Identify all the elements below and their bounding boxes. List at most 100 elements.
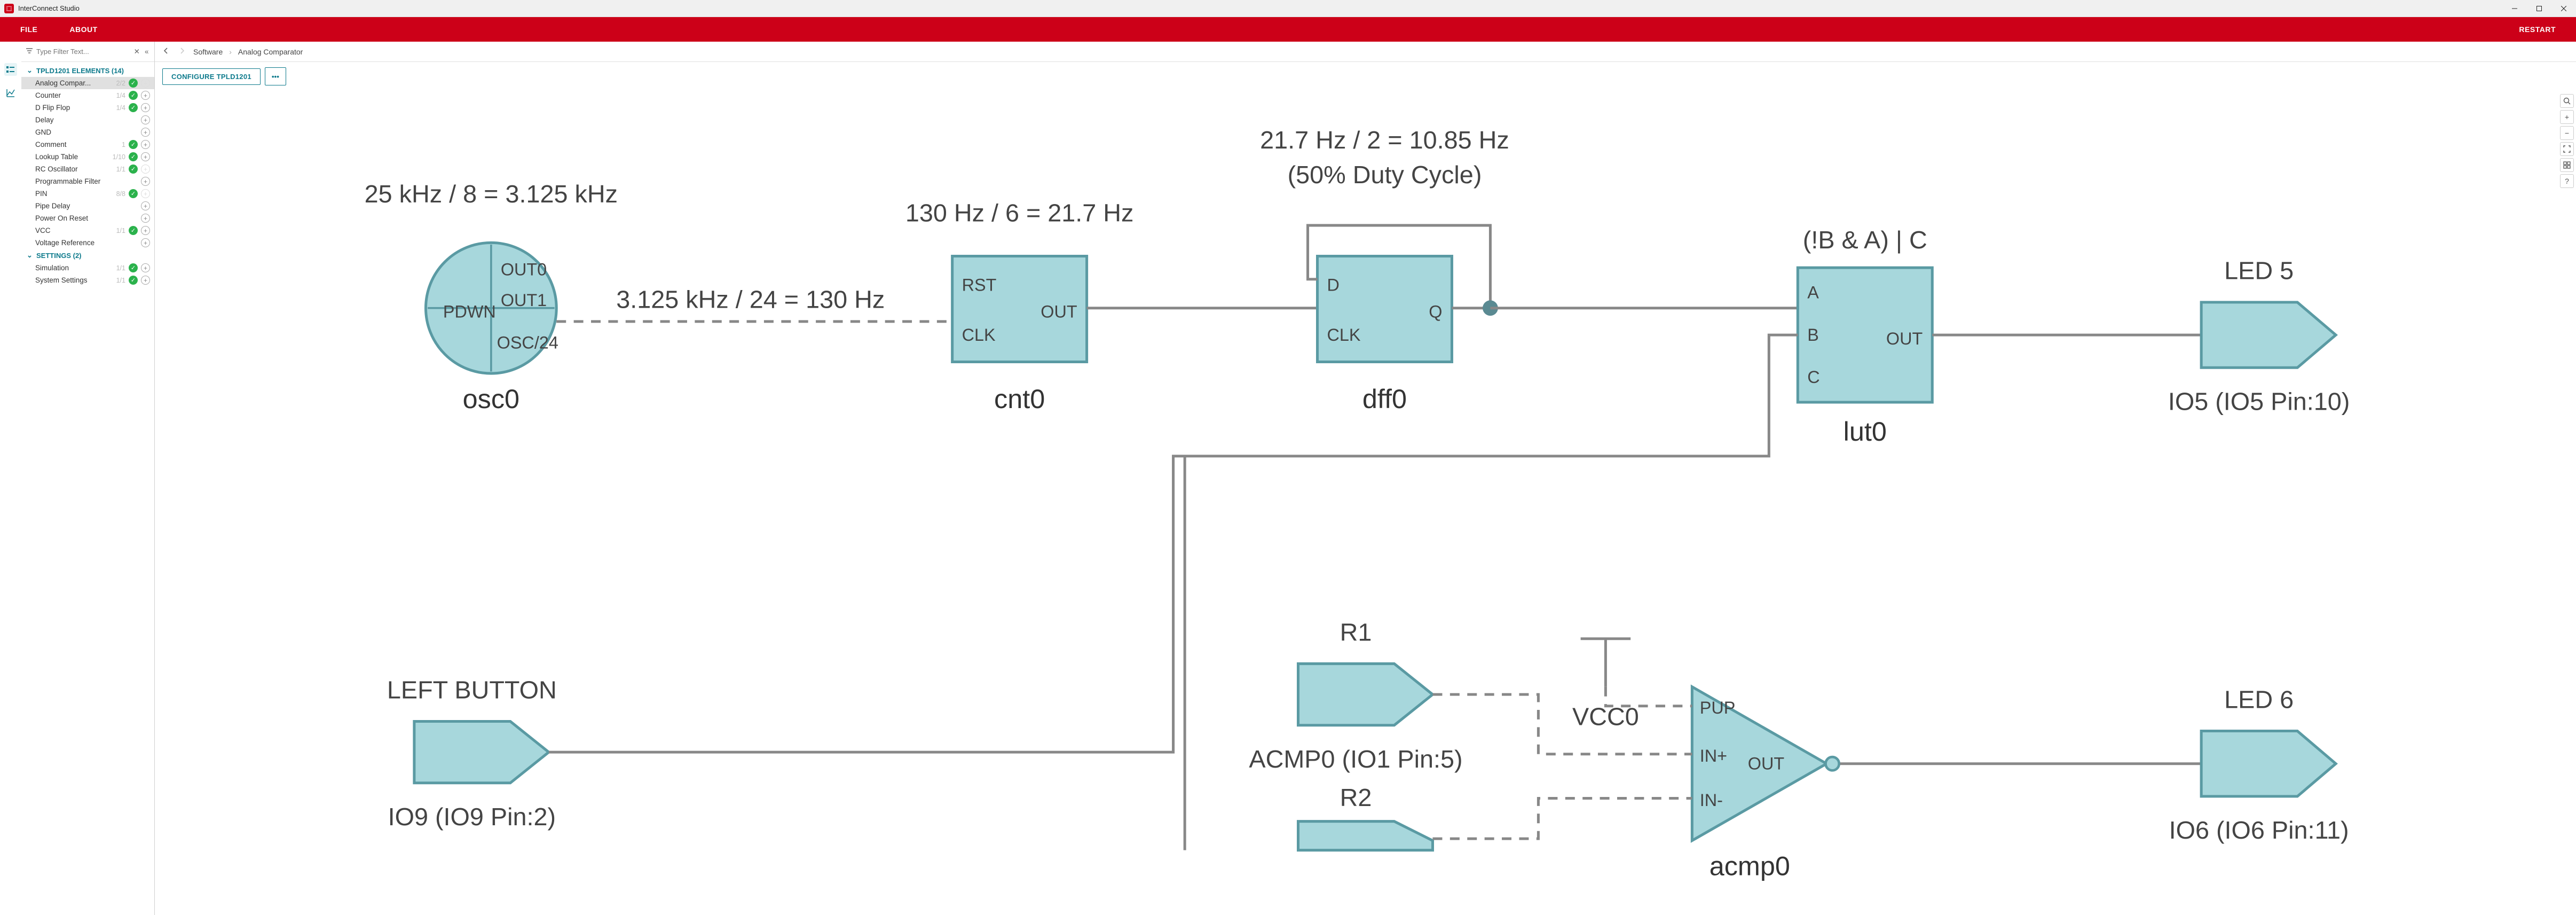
- menu-about[interactable]: ABOUT: [53, 25, 113, 34]
- tool-fit-screen-icon[interactable]: [2560, 142, 2574, 156]
- add-element-button[interactable]: +: [141, 177, 150, 186]
- svg-text:B: B: [1807, 325, 1819, 345]
- sidebar-item-settings-0[interactable]: Simulation1/1✓+: [21, 262, 154, 274]
- sidebar-item-elements-11[interactable]: Power On Reset✓+: [21, 212, 154, 224]
- svg-text:acmp0: acmp0: [1710, 850, 1790, 881]
- app-menubar: FILE ABOUT RESTART: [0, 17, 2576, 42]
- sidebar-section-settings[interactable]: ⌄SETTINGS (2): [21, 249, 154, 262]
- window-close-button[interactable]: [2551, 0, 2576, 17]
- add-element-button[interactable]: +: [141, 276, 150, 285]
- diagram-canvas[interactable]: PDWN OUT0 OUT1 OSC/24 osc0 25 kHz / 8 = …: [155, 91, 2576, 915]
- tool-layers-icon[interactable]: [2560, 158, 2574, 172]
- add-element-button[interactable]: +: [141, 214, 150, 223]
- configure-button[interactable]: CONFIGURE TPLD1201: [162, 68, 261, 85]
- menu-file[interactable]: FILE: [4, 25, 53, 34]
- sidebar-item-count: 1/4: [111, 92, 125, 99]
- menu-restart[interactable]: RESTART: [2503, 25, 2572, 34]
- sidebar-item-elements-8[interactable]: Programmable Filter✓+: [21, 175, 154, 187]
- tool-zoom-out-icon[interactable]: −: [2560, 126, 2574, 140]
- sidebar-item-count: 1: [111, 141, 125, 148]
- more-actions-button[interactable]: •••: [265, 67, 286, 85]
- sidebar-item-elements-0[interactable]: Analog Compar...2/2✓+: [21, 77, 154, 89]
- sidebar-item-label: Pipe Delay: [35, 202, 107, 210]
- clear-filter-icon[interactable]: ✕: [133, 48, 140, 56]
- tool-help-icon[interactable]: ?: [2560, 174, 2574, 188]
- sidebar-item-label: Power On Reset: [35, 214, 107, 222]
- label-osc0-wire: 3.125 kHz / 24 = 130 Hz: [616, 286, 885, 314]
- svg-text:CLK: CLK: [962, 325, 996, 345]
- window-titlebar: ⬚ InterConnect Studio: [0, 0, 2576, 17]
- sidebar-item-count: 1/1: [111, 277, 125, 284]
- sidebar-item-elements-9[interactable]: PIN8/8✓+: [21, 187, 154, 200]
- nav-back-button[interactable]: [161, 46, 171, 57]
- block-dff0[interactable]: D CLK Q dff0 21.7 Hz / 2 = 10.85 Hz (50%…: [1260, 126, 1509, 414]
- sidebar-item-count: 1/1: [111, 227, 125, 234]
- rail-graph-icon[interactable]: [4, 87, 17, 99]
- sidebar-item-elements-4[interactable]: GND✓+: [21, 126, 154, 138]
- tool-search-icon[interactable]: [2560, 94, 2574, 108]
- add-element-button[interactable]: +: [141, 91, 150, 100]
- block-lut0[interactable]: A B C OUT lut0 (!B & A) | C: [1798, 226, 1932, 447]
- block-acmp0[interactable]: PUP IN+ IN- OUT acmp0: [1692, 687, 1839, 881]
- sidebar-item-elements-13[interactable]: Voltage Reference✓+: [21, 237, 154, 249]
- add-element-button[interactable]: +: [141, 128, 150, 137]
- sidebar-item-count: 8/8: [111, 190, 125, 198]
- sidebar-item-elements-5[interactable]: Comment1✓+: [21, 138, 154, 151]
- sidebar-item-count: 1/4: [111, 104, 125, 112]
- sidebar-filter-input[interactable]: [36, 48, 130, 56]
- svg-text:IO6 (IO6 Pin:11): IO6 (IO6 Pin:11): [2169, 816, 2349, 844]
- block-cnt0[interactable]: RST CLK OUT cnt0 130 Hz / 6 = 21.7 Hz: [905, 199, 1134, 414]
- svg-text:A: A: [1807, 283, 1819, 302]
- collapse-sidebar-icon[interactable]: «: [144, 48, 151, 56]
- sidebar-item-elements-10[interactable]: Pipe Delay✓+: [21, 200, 154, 212]
- svg-text:PUP: PUP: [1700, 698, 1736, 717]
- block-vcc0[interactable]: VCC0: [1572, 639, 1639, 731]
- nav-forward-button[interactable]: [177, 46, 187, 57]
- wire-r1-acmp0: [1432, 694, 1692, 754]
- sidebar-item-settings-1[interactable]: System Settings1/1✓+: [21, 274, 154, 286]
- sidebar-item-elements-6[interactable]: Lookup Table1/10✓+: [21, 151, 154, 163]
- breadcrumb-bar: Software › Analog Comparator: [155, 42, 2576, 62]
- check-icon: ✓: [129, 276, 138, 285]
- sidebar-item-elements-12[interactable]: VCC1/1✓+: [21, 224, 154, 237]
- add-element-button: +: [141, 189, 150, 198]
- block-osc0[interactable]: PDWN OUT0 OUT1 OSC/24 osc0 25 kHz / 8 = …: [365, 180, 618, 414]
- add-element-button[interactable]: +: [141, 152, 150, 161]
- block-acmp0-in-r1[interactable]: R1 ACMP0 (IO1 Pin:5): [1249, 618, 1462, 773]
- breadcrumb-analog-comparator[interactable]: Analog Comparator: [238, 48, 303, 56]
- block-acmp0-in-r2[interactable]: R2: [1298, 784, 1433, 850]
- add-element-button[interactable]: +: [141, 201, 150, 210]
- window-maximize-button[interactable]: [2527, 0, 2551, 17]
- svg-text:(50% Duty Cycle): (50% Duty Cycle): [1288, 161, 1482, 189]
- window-minimize-button[interactable]: [2502, 0, 2527, 17]
- sidebar-section-elements[interactable]: ⌄TPLD1201 ELEMENTS (14): [21, 64, 154, 77]
- check-icon: ✓: [129, 226, 138, 235]
- add-element-button[interactable]: +: [141, 103, 150, 112]
- sidebar-item-label: Lookup Table: [35, 153, 107, 161]
- sidebar-item-elements-3[interactable]: Delay✓+: [21, 114, 154, 126]
- add-element-button[interactable]: +: [141, 238, 150, 247]
- sidebar-item-label: Simulation: [35, 264, 107, 272]
- add-element-button[interactable]: +: [141, 263, 150, 272]
- sidebar-item-elements-2[interactable]: D Flip Flop1/4✓+: [21, 101, 154, 114]
- svg-text:PDWN: PDWN: [443, 302, 496, 322]
- sidebar-item-elements-1[interactable]: Counter1/4✓+: [21, 89, 154, 101]
- sidebar-item-label: D Flip Flop: [35, 104, 107, 112]
- tool-zoom-in-icon[interactable]: +: [2560, 110, 2574, 124]
- sidebar-item-label: Voltage Reference: [35, 239, 107, 247]
- breadcrumb-software[interactable]: Software: [193, 48, 223, 56]
- svg-text:ACMP0 (IO1 Pin:5): ACMP0 (IO1 Pin:5): [1249, 745, 1462, 773]
- svg-text:OSC/24: OSC/24: [497, 333, 558, 352]
- add-element-button[interactable]: +: [141, 226, 150, 235]
- sidebar-item-elements-7[interactable]: RC Oscillator1/1✓+: [21, 163, 154, 175]
- rail-elements-icon[interactable]: [4, 63, 17, 76]
- add-element-button[interactable]: +: [141, 140, 150, 149]
- canvas-tool-rail: + − ?: [2558, 91, 2576, 191]
- svg-text:CLK: CLK: [1327, 325, 1361, 345]
- check-icon: ✓: [129, 189, 138, 198]
- add-element-button[interactable]: +: [141, 115, 150, 124]
- sidebar-item-label: Analog Compar...: [35, 79, 107, 87]
- check-icon: ✓: [129, 263, 138, 272]
- filter-funnel-icon[interactable]: [26, 47, 33, 56]
- block-io9[interactable]: LEFT BUTTON IO9 (IO9 Pin:2): [387, 676, 557, 831]
